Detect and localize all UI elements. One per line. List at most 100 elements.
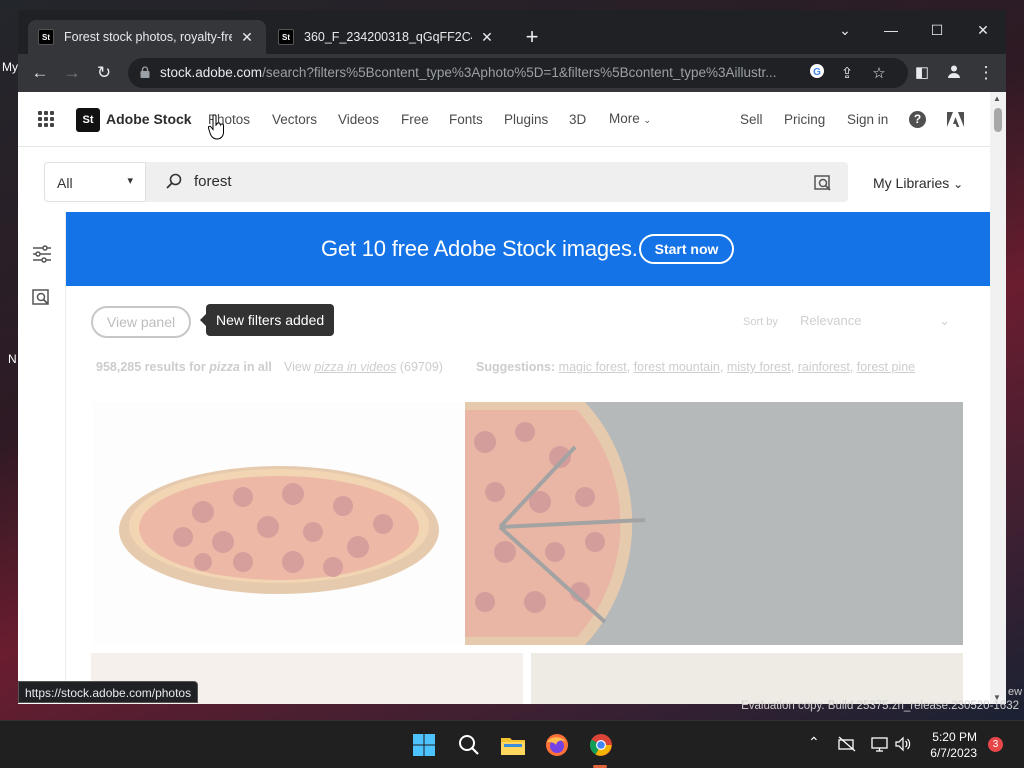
suggestion-link[interactable]: misty forest [727,360,791,374]
bookmark-star-icon[interactable]: ☆ [868,63,890,85]
view-in-videos-link[interactable]: View pizza in videos (69709) [284,360,443,374]
adobe-stock-favicon-icon: St [38,29,54,45]
new-filters-tooltip: New filters added [199,304,335,336]
tab-search-chevron-icon[interactable]: ⌄ [822,16,868,44]
lock-icon [140,66,150,78]
network-icon[interactable] [871,736,889,755]
browser-toolbar: ← → ↻ stock.adobe.com/search?filters%5Bc… [18,54,1006,92]
filters-sliders-icon[interactable] [30,242,54,266]
chevron-down-icon: ⌄ [643,115,652,125]
firefox-icon[interactable] [543,731,571,759]
google-lens-icon[interactable]: G [806,63,828,85]
app-switcher-grid-icon[interactable] [38,111,54,127]
nav-sell[interactable]: Sell [740,112,763,127]
logo-text[interactable]: Adobe Stock [106,111,192,127]
nav-fonts[interactable]: Fonts [449,112,483,127]
results-area: View panel New filters added Sort by Rel… [66,286,990,704]
nav-more[interactable]: More ⌄ [609,111,651,126]
chevron-down-icon: ▾ [127,175,133,187]
close-tab-icon[interactable]: ✕ [478,29,496,46]
sort-by-label: Sort by [743,316,778,328]
search-box[interactable] [146,162,848,202]
suggestion-link[interactable]: forest pine [857,360,915,374]
suggestion-link[interactable]: magic forest [559,360,627,374]
scroll-up-icon[interactable]: ▲ [993,94,1001,103]
close-tab-icon[interactable]: ✕ [238,29,256,46]
search-row: All ▾ My Libraries ⌄ [18,148,990,212]
nav-videos[interactable]: Videos [338,112,379,127]
visual-search-icon[interactable] [30,285,54,309]
site-header: St Adobe Stock Photos Vectors Videos Fre… [18,92,990,147]
visual-search-icon[interactable] [814,173,832,191]
video-count: (69709) [399,360,443,374]
scope-dropdown[interactable]: All ▾ [44,162,146,202]
nav-3d[interactable]: 3D [569,112,586,127]
back-arrow-icon[interactable]: ← [26,59,54,87]
results-count: 958,285 results for pizza in all [96,360,272,374]
hand-cursor-icon [208,114,224,140]
nav-sign-in[interactable]: Sign in [847,112,888,127]
scroll-thumb[interactable] [994,108,1002,132]
profile-icon[interactable] [940,59,968,87]
adobe-stock-favicon-icon: St [278,29,294,45]
show-hidden-icons-chevron-icon[interactable]: ⌃ [808,734,820,751]
tab-title: Forest stock photos, royalty-free [64,30,232,44]
clock-date: 6/7/2023 [930,746,977,760]
adobe-apps-icon[interactable] [947,112,964,127]
result-thumbnail[interactable] [531,653,963,704]
chrome-icon[interactable] [587,731,615,759]
start-windows-icon[interactable] [410,731,438,759]
menu-kebab-icon[interactable]: ⋮ [972,59,1000,87]
address-bar[interactable]: stock.adobe.com/search?filters%5Bcontent… [128,58,908,88]
search-input[interactable] [194,173,774,190]
chevron-down-icon: ⌄ [939,313,950,328]
maximize-button[interactable]: ☐ [914,16,960,44]
in-all-text: in all [243,360,272,374]
start-now-button[interactable]: Start now [639,234,734,264]
browser-tab-active[interactable]: St Forest stock photos, royalty-free ✕ [28,20,266,54]
filter-sidebar [18,212,66,704]
video-term: pizza in videos [314,360,397,374]
suggestion-link[interactable]: rainforest [798,360,850,374]
desktop-label: My [2,60,18,74]
minimize-button[interactable]: — [868,16,914,44]
side-panel-icon[interactable]: ◧ [908,59,936,87]
file-explorer-icon[interactable] [499,731,527,759]
desktop-label: ew [1008,686,1023,698]
sort-dropdown[interactable]: Relevance ⌄ [800,313,950,328]
my-libraries-dropdown[interactable]: My Libraries ⌄ [873,175,963,191]
image-overlay [93,402,465,645]
nav-free[interactable]: Free [401,112,429,127]
search-icon [166,173,182,189]
network-disconnected-icon[interactable] [838,736,856,755]
browser-tab[interactable]: St 360_F_234200318_qGqFF2C4sFC ✕ [268,20,506,54]
forward-arrow-icon[interactable]: → [58,59,86,87]
nav-pricing[interactable]: Pricing [784,112,825,127]
view-panel-button[interactable]: View panel [91,306,191,338]
link-status-bar: https://stock.adobe.com/photos [18,681,199,703]
nav-vectors[interactable]: Vectors [272,112,317,127]
suggestions: Suggestions: magic forest, forest mounta… [476,360,916,374]
nav-plugins[interactable]: Plugins [504,112,548,127]
reload-icon[interactable]: ↻ [90,59,118,87]
chevron-down-icon: ⌄ [953,177,964,191]
share-icon[interactable]: ⇪ [836,63,858,85]
result-thumbnail[interactable] [465,402,963,645]
suggestion-link[interactable]: forest mountain [634,360,720,374]
search-term: pizza [209,360,240,374]
adobe-stock-logo-icon[interactable]: St [76,108,100,132]
system-clock[interactable]: 5:20 PM 6/7/2023 [925,729,977,761]
tab-title: 360_F_234200318_qGqFF2C4sFC [304,30,472,44]
volume-icon[interactable] [895,736,911,755]
new-tab-button[interactable]: + [518,24,546,52]
search-icon[interactable] [455,731,483,759]
help-icon[interactable]: ? [909,111,926,128]
results-for-text: results for [144,360,206,374]
promo-message: Get 10 free Adobe Stock images. [321,236,638,261]
page-scrollbar[interactable]: ▲ ▼ [990,92,1006,704]
desktop-label: N [8,352,17,366]
libraries-label: My Libraries [873,175,950,191]
close-window-button[interactable]: ✕ [960,16,1006,44]
result-thumbnail[interactable] [93,402,465,645]
notification-badge[interactable]: 3 [988,737,1003,752]
